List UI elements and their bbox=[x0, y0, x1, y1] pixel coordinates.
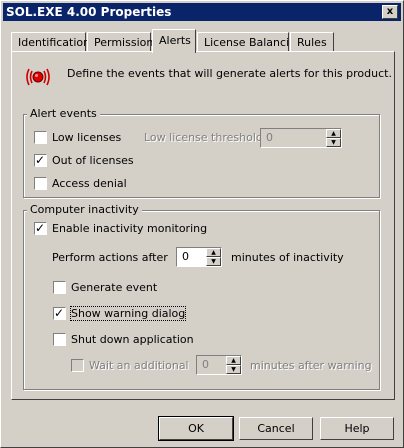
threshold-spinner[interactable]: 0 ▲ ▼ bbox=[260, 128, 342, 148]
spin-up-icon[interactable]: ▲ bbox=[226, 356, 241, 365]
perform-actions-label: Perform actions after bbox=[52, 251, 168, 264]
shut-down-checkbox[interactable] bbox=[53, 333, 66, 346]
enable-inactivity-checkbox[interactable]: ✓ bbox=[34, 221, 47, 235]
properties-dialog: SOL.EXE 4.00 Properties x Identification… bbox=[0, 0, 404, 448]
access-denial-checkbox[interactable] bbox=[34, 177, 47, 190]
perform-minutes-value: 0 bbox=[182, 250, 189, 263]
enable-inactivity-label: Enable inactivity monitoring bbox=[52, 222, 208, 235]
cancel-button[interactable]: Cancel bbox=[239, 417, 313, 440]
generate-event-checkbox[interactable] bbox=[53, 281, 66, 294]
spin-up-icon[interactable]: ▲ bbox=[326, 129, 341, 138]
tab-label: Identification bbox=[18, 36, 91, 49]
spin-down-icon[interactable]: ▼ bbox=[226, 365, 241, 374]
tab-permissions[interactable]: Permissions bbox=[87, 32, 159, 51]
tab-alerts[interactable]: Alerts bbox=[152, 29, 196, 53]
generate-event-label: Generate event bbox=[71, 281, 158, 294]
minutes-of-inactivity-label: minutes of inactivity bbox=[231, 251, 344, 264]
low-licenses-checkbox[interactable] bbox=[34, 131, 47, 144]
access-denial-label: Access denial bbox=[52, 177, 127, 190]
alert-events-group: Alert events Low licenses Low license th… bbox=[23, 107, 380, 198]
help-button[interactable]: Help bbox=[320, 417, 394, 440]
tab-label: Permissions bbox=[94, 36, 160, 49]
checkmark-icon: ✓ bbox=[54, 306, 65, 320]
checkmark-icon: ✓ bbox=[35, 221, 46, 235]
spin-down-icon[interactable]: ▼ bbox=[206, 257, 221, 266]
shut-down-label: Shut down application bbox=[71, 333, 194, 346]
window-title: SOL.EXE 4.00 Properties bbox=[6, 5, 172, 19]
spin-down-icon[interactable]: ▼ bbox=[326, 138, 341, 147]
minutes-after-warning-label: minutes after warning bbox=[250, 359, 372, 372]
tab-label: Alerts bbox=[159, 34, 191, 47]
spin-up-icon[interactable]: ▲ bbox=[206, 248, 221, 257]
out-of-licenses-label: Out of licenses bbox=[52, 154, 134, 167]
title-bar[interactable]: SOL.EXE 4.00 Properties x bbox=[3, 3, 401, 21]
show-warning-label: Show warning dialog bbox=[69, 306, 187, 321]
wait-additional-label: Wait an additional bbox=[89, 359, 189, 372]
alert-events-legend: Alert events bbox=[27, 107, 100, 120]
close-button[interactable]: x bbox=[382, 5, 398, 19]
tab-rules[interactable]: Rules bbox=[290, 32, 334, 51]
intro-text: Define the events that will generate ale… bbox=[67, 67, 392, 80]
low-licenses-label: Low licenses bbox=[52, 131, 122, 144]
perform-minutes-spinner[interactable]: 0 ▲ ▼ bbox=[176, 247, 222, 267]
threshold-label: Low license threshold: bbox=[144, 131, 267, 144]
threshold-value: 0 bbox=[266, 131, 273, 144]
wait-minutes-value: 0 bbox=[202, 358, 209, 371]
computer-inactivity-group: Computer inactivity ✓ Enable inactivity … bbox=[23, 203, 380, 390]
alarm-icon bbox=[26, 68, 50, 86]
checkmark-icon: ✓ bbox=[35, 153, 46, 167]
ok-button[interactable]: OK bbox=[158, 416, 234, 441]
tab-license-balancing[interactable]: License Balancing bbox=[197, 32, 303, 51]
wait-minutes-spinner[interactable]: 0 ▲ ▼ bbox=[196, 355, 242, 375]
tab-label: License Balancing bbox=[204, 36, 304, 49]
tab-identification[interactable]: Identification bbox=[11, 32, 90, 51]
tab-label: Rules bbox=[297, 36, 327, 49]
show-warning-checkbox[interactable]: ✓ bbox=[53, 306, 66, 320]
out-of-licenses-checkbox[interactable]: ✓ bbox=[34, 153, 47, 167]
inactivity-legend: Computer inactivity bbox=[27, 203, 142, 216]
alerts-panel: Define the events that will generate ale… bbox=[11, 51, 395, 400]
wait-additional-checkbox[interactable] bbox=[71, 359, 84, 372]
